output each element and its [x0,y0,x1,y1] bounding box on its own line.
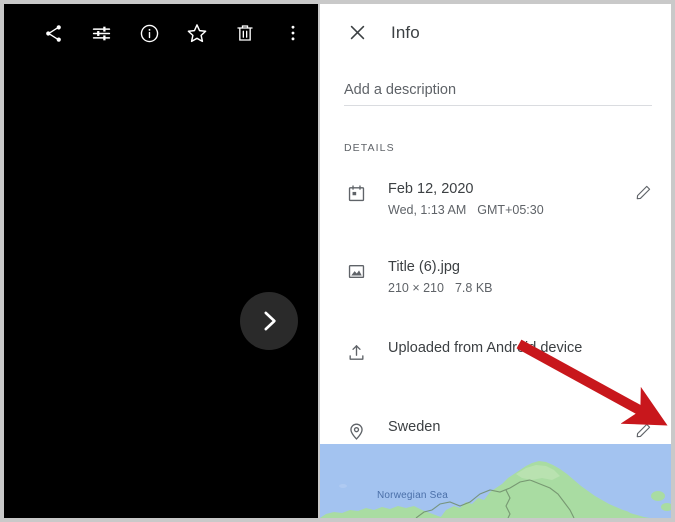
location-map-preview[interactable]: Norwegian Sea [320,444,671,518]
image-icon [345,260,367,282]
more-vert-icon[interactable] [278,18,308,48]
star-icon[interactable] [182,18,212,48]
file-meta-line: 210 × 210 7.8 KB [388,279,631,298]
photo-timezone: GMT+05:30 [477,203,544,217]
location-name: Sweden [388,419,441,435]
detail-row-upload[interactable]: Uploaded from Android device [320,339,671,383]
close-icon[interactable] [344,20,370,46]
description-input[interactable] [344,78,652,106]
upload-source: Uploaded from Android device [388,340,583,356]
detail-row-file-body: Title (6).jpg 210 × 210 7.8 KB [388,258,671,298]
calendar-icon [345,182,367,204]
location-pin-icon [345,420,367,442]
map-graphic [320,444,671,518]
map-sea-label: Norwegian Sea [377,490,448,501]
details-list: Feb 12, 2020 Wed, 1:13 AM GMT+05:30 Titl… [320,180,671,462]
photo-date: Feb 12, 2020 [388,181,474,197]
trash-icon[interactable] [230,18,260,48]
detail-row-date[interactable]: Feb 12, 2020 Wed, 1:13 AM GMT+05:30 [320,180,671,224]
detail-row-upload-body: Uploaded from Android device [388,339,671,358]
detail-row-file[interactable]: Title (6).jpg 210 × 210 7.8 KB [320,258,671,302]
info-icon[interactable] [134,18,164,48]
viewer-toolbar [4,4,318,62]
detail-row-location-body: Sweden [388,418,671,437]
details-section-label: DETAILS [344,142,395,154]
share-icon[interactable] [38,18,68,48]
app-window: Info DETAILS Feb 12, 2020 Wed [0,0,675,522]
tune-icon[interactable] [86,18,116,48]
photo-viewer [4,4,318,518]
detail-row-date-body: Feb 12, 2020 Wed, 1:13 AM GMT+05:30 [388,180,671,220]
edit-location-pencil-icon[interactable] [631,418,655,442]
page-title: Info [391,22,420,42]
file-size: 7.8 KB [454,281,493,295]
info-panel: Info DETAILS Feb 12, 2020 Wed [320,4,671,518]
chevron-right-icon [264,311,276,331]
info-panel-header: Info [320,4,671,61]
photo-time-line: Wed, 1:13 AM GMT+05:30 [388,201,631,220]
file-name: Title (6).jpg [388,259,460,275]
photo-day-time: Wed, 1:13 AM [388,203,467,217]
upload-icon [345,341,367,363]
edit-date-pencil-icon[interactable] [631,180,655,204]
file-dimensions: 210 × 210 [388,281,444,295]
next-photo-button[interactable] [240,292,298,350]
